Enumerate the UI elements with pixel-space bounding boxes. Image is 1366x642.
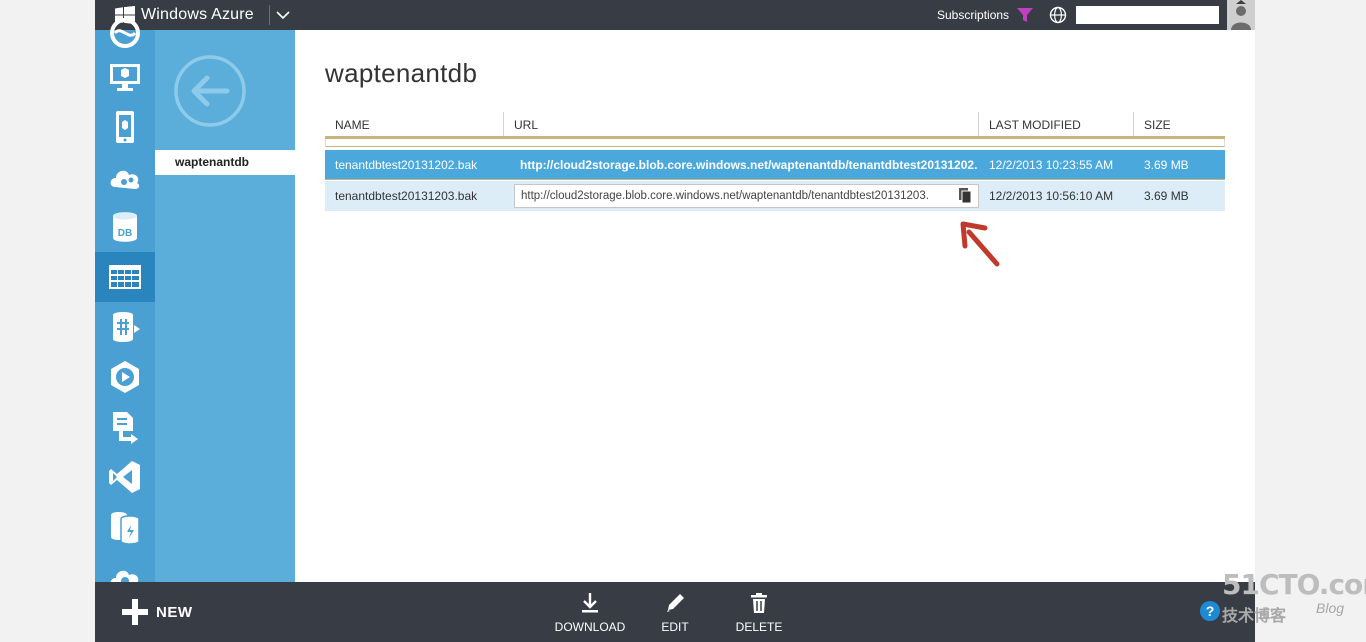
rail-item-cache[interactable] — [95, 502, 155, 552]
rail-item-virtual-machines[interactable] — [95, 52, 155, 102]
pencil-icon — [667, 594, 684, 612]
column-header-size[interactable]: SIZE — [1134, 112, 1225, 136]
help-icon[interactable]: ? — [1200, 601, 1220, 621]
url-copy-field[interactable]: http://cloud2storage.blob.core.windows.n… — [514, 184, 979, 208]
cell-url: http://cloud2storage.blob.core.windows.n… — [520, 158, 978, 172]
main-content: waptenantdb NAME URL LAST MODIFIED SIZE … — [295, 30, 1255, 582]
chevron-down-icon[interactable] — [275, 8, 291, 22]
watermark-blog: Blog — [1316, 600, 1345, 616]
edit-button[interactable]: EDIT — [635, 588, 715, 638]
subnav-item-label: waptenantdb — [175, 155, 249, 169]
plus-icon — [122, 599, 148, 625]
filter-funnel-icon[interactable] — [1017, 8, 1033, 23]
search-input[interactable] — [1076, 6, 1219, 24]
header-spacer — [325, 139, 1225, 147]
delete-button[interactable]: DELETE — [719, 588, 799, 638]
cloud-services-icon — [110, 170, 140, 189]
rail-item-visual-studio[interactable] — [95, 452, 155, 502]
download-button-label: DOWNLOAD — [554, 620, 626, 634]
cell-name: tenantdbtest20131203.bak — [335, 189, 478, 203]
service-bus-icon — [113, 412, 138, 444]
svg-text:DB: DB — [118, 228, 132, 239]
rail-item-media-services[interactable] — [95, 352, 155, 402]
hdinsight-icon — [113, 312, 140, 342]
rail-item-hdinsight[interactable] — [95, 302, 155, 352]
globe-icon[interactable] — [1049, 6, 1067, 24]
rail-item-service-bus[interactable] — [95, 402, 155, 452]
delete-button-label: DELETE — [735, 620, 783, 634]
table-row[interactable]: tenantdbtest20131203.bak http://cloud2st… — [325, 181, 1225, 211]
back-arrow-icon[interactable] — [173, 54, 247, 128]
download-icon — [582, 593, 598, 613]
user-icon — [1227, 0, 1255, 30]
virtual-machines-icon — [110, 64, 140, 91]
rail-item-sql-databases[interactable]: DB — [95, 202, 155, 252]
column-header-name[interactable]: NAME — [325, 112, 503, 136]
subnav-item-waptenantdb[interactable]: waptenantdb — [155, 150, 295, 175]
url-field-text: http://cloud2storage.blob.core.windows.n… — [521, 190, 929, 202]
trash-icon — [751, 593, 767, 613]
divider — [269, 5, 270, 25]
visual-studio-icon — [109, 461, 140, 493]
cell-last-modified: 12/2/2013 10:56:10 AM — [989, 189, 1114, 203]
service-rail: DB — [95, 18, 155, 589]
websites-icon — [110, 18, 140, 48]
storage-subnav: waptenantdb — [155, 30, 295, 582]
cell-last-modified: 12/2/2013 10:23:55 AM — [989, 158, 1114, 172]
cell-size: 3.69 MB — [1144, 158, 1189, 172]
avatar[interactable] — [1227, 0, 1255, 30]
cache-icon — [111, 512, 140, 545]
rail-item-mobile-services[interactable] — [95, 102, 155, 152]
new-button-label: NEW — [156, 604, 193, 621]
rail-item-cloud-services[interactable] — [95, 152, 155, 202]
rail-item-websites[interactable] — [95, 8, 155, 58]
edit-button-label: EDIT — [661, 620, 689, 634]
storage-icon — [109, 265, 141, 289]
media-services-icon — [111, 361, 139, 393]
table-header: NAME URL LAST MODIFIED SIZE — [325, 112, 1225, 147]
subscriptions-filter-label[interactable]: Subscriptions — [937, 8, 1009, 22]
mobile-services-icon — [116, 111, 134, 143]
sql-databases-icon: DB — [113, 212, 137, 242]
copy-icon[interactable] — [956, 187, 974, 205]
top-bar: Windows Azure Subscriptions — [95, 0, 1255, 30]
rail-item-storage[interactable] — [95, 252, 155, 302]
command-bar: NEW DOWNLOAD EDIT DELETE ? — [95, 582, 1255, 642]
column-header-last-modified[interactable]: LAST MODIFIED — [979, 112, 1133, 136]
brand-title[interactable]: Windows Azure — [141, 6, 254, 24]
portal-window: Windows Azure Subscriptions DB waptenant… — [95, 0, 1255, 642]
cell-name: tenantdbtest20131202.bak — [335, 158, 478, 172]
table-row[interactable]: tenantdbtest20131202.bak http://cloud2st… — [325, 150, 1225, 180]
column-header-url[interactable]: URL — [504, 112, 978, 136]
cell-size: 3.69 MB — [1144, 189, 1189, 203]
annotation-arrow-icon — [960, 221, 1000, 267]
page-title: waptenantdb — [325, 58, 478, 88]
download-button[interactable]: DOWNLOAD — [550, 588, 630, 638]
